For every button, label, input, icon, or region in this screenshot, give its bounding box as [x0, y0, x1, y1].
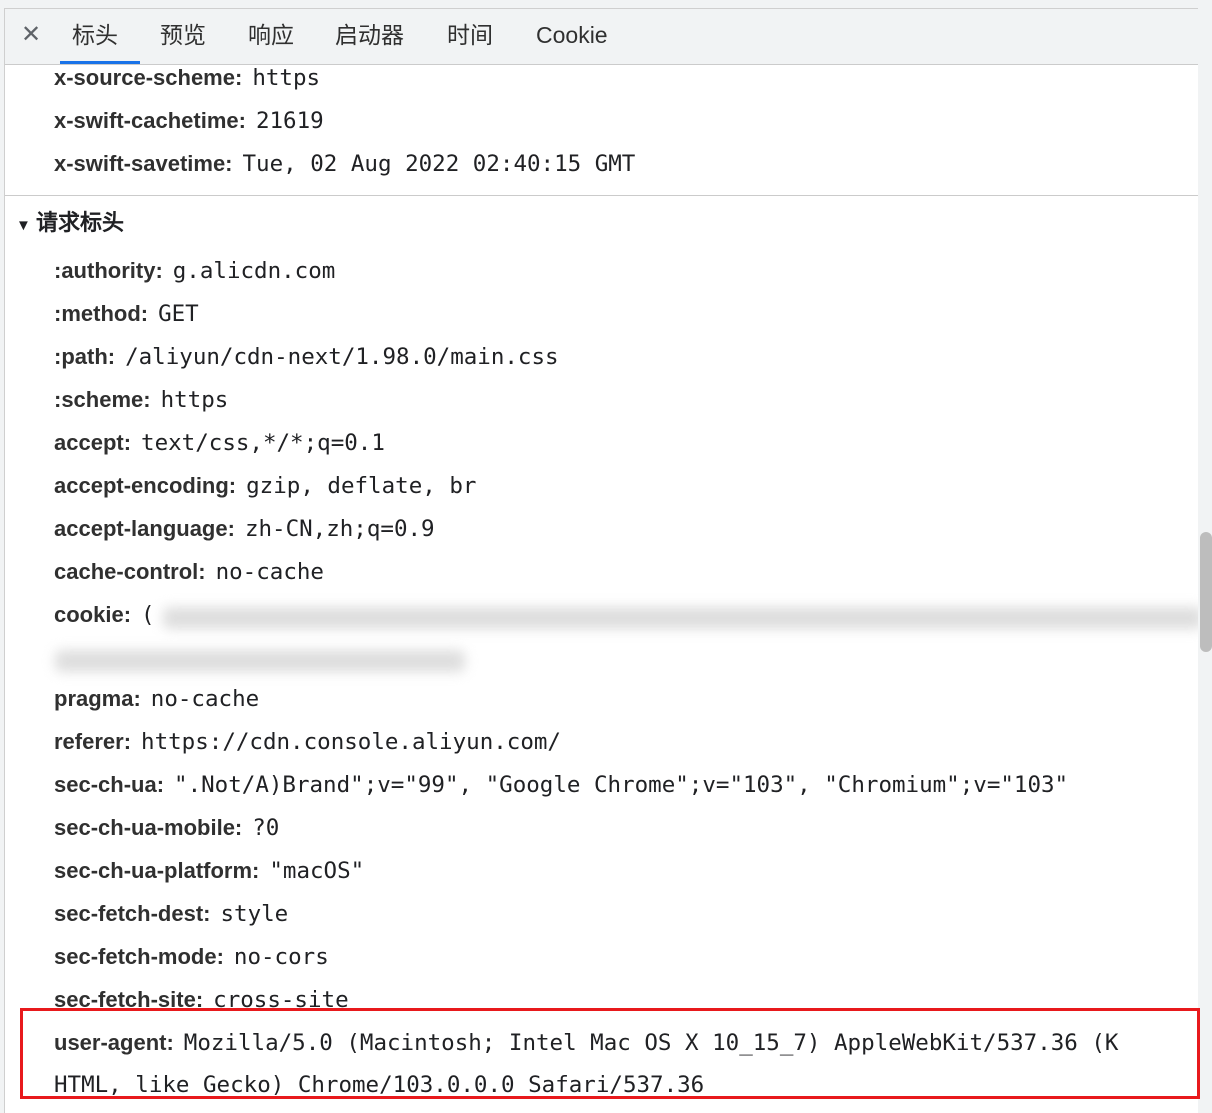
header-value: style	[220, 901, 289, 927]
header-key: x-swift-savetime:	[54, 151, 233, 176]
header-value: https://cdn.console.aliyun.com/	[141, 729, 561, 755]
header-value: /aliyun/cdn-next/1.98.0/main.css	[125, 344, 559, 370]
header-row: sec-ch-ua-platform: "macOS"	[54, 856, 364, 886]
header-key: sec-ch-ua-platform:	[54, 858, 260, 883]
header-value: ".Not/A)Brand";v="99", "Google Chrome";v…	[174, 772, 1069, 798]
header-key: pragma:	[54, 686, 141, 711]
header-row: x-swift-cachetime: 21619	[54, 106, 324, 136]
header-value: gzip, deflate, br	[246, 473, 477, 499]
user-agent-highlight-box	[20, 1008, 1200, 1099]
header-value: 21619	[255, 108, 324, 134]
header-key: x-source-scheme:	[54, 65, 243, 90]
header-key: cookie:	[54, 602, 132, 627]
header-key: accept-encoding:	[54, 473, 237, 498]
header-row-cookie: cookie: (	[54, 600, 155, 630]
header-row: :method: GET	[54, 299, 199, 329]
header-row: referer: https://cdn.console.aliyun.com/	[54, 727, 561, 757]
header-row: sec-ch-ua: ".Not/A)Brand";v="99", "Google…	[54, 770, 1068, 800]
redacted-cookie-blur	[55, 650, 465, 672]
header-value: g.alicdn.com	[172, 258, 336, 284]
header-key: :path:	[54, 344, 116, 369]
triangle-down-icon: ▼	[16, 217, 31, 234]
header-key: :authority:	[54, 258, 163, 283]
header-row: :path: /aliyun/cdn-next/1.98.0/main.css	[54, 342, 559, 372]
tab-initiator[interactable]: 启动器	[335, 21, 404, 49]
redacted-cookie-blur	[163, 607, 1198, 629]
header-key: sec-fetch-dest:	[54, 901, 211, 926]
header-value: no-cache	[150, 686, 260, 712]
header-key: x-swift-cachetime:	[54, 108, 246, 133]
header-row: sec-fetch-mode: no-cors	[54, 942, 329, 972]
header-key: :scheme:	[54, 387, 151, 412]
header-key: accept-language:	[54, 516, 235, 541]
tab-headers[interactable]: 标头	[60, 21, 140, 64]
header-value: no-cors	[233, 944, 329, 970]
header-row: sec-ch-ua-mobile: ?0	[54, 813, 279, 843]
header-row: accept-encoding: gzip, deflate, br	[54, 471, 476, 501]
header-row: pragma: no-cache	[54, 684, 259, 714]
header-value: https	[252, 65, 321, 91]
header-value: https	[160, 387, 229, 413]
tab-response[interactable]: 响应	[248, 21, 294, 49]
header-value: GET	[158, 301, 199, 327]
header-value: ?0	[252, 815, 280, 841]
close-icon[interactable]: ✕	[21, 23, 41, 47]
header-value: Tue, 02 Aug 2022 02:40:15 GMT	[242, 151, 636, 177]
tab-cookies[interactable]: Cookie	[536, 21, 608, 49]
header-value: no-cache	[215, 559, 324, 585]
header-key: cache-control:	[54, 559, 206, 584]
tab-bar: ✕ 标头 预览 响应 启动器 时间 Cookie	[5, 9, 1198, 65]
header-row: :authority: g.alicdn.com	[54, 256, 335, 286]
section-title: 请求标头	[36, 210, 125, 235]
header-row: accept: text/css,*/*;q=0.1	[54, 428, 385, 458]
headers-panel: ✕ 标头 预览 响应 启动器 时间 Cookie x-source-scheme…	[4, 8, 1198, 1113]
header-row: sec-fetch-dest: style	[54, 899, 288, 929]
request-headers-section-toggle[interactable]: ▼ 请求标头	[16, 209, 124, 240]
tab-preview[interactable]: 预览	[160, 21, 206, 49]
header-value: (	[141, 602, 155, 628]
header-row: x-source-scheme: https	[54, 63, 320, 93]
tab-timing[interactable]: 时间	[447, 21, 493, 49]
header-row: accept-language: zh-CN,zh;q=0.9	[54, 514, 435, 544]
header-key: referer:	[54, 729, 132, 754]
header-value: "macOS"	[269, 858, 365, 884]
header-key: accept:	[54, 430, 132, 455]
header-value: zh-CN,zh;q=0.9	[244, 516, 435, 542]
header-row: cache-control: no-cache	[54, 557, 324, 587]
header-value: text/css,*/*;q=0.1	[141, 430, 385, 456]
header-key: sec-ch-ua-mobile:	[54, 815, 243, 840]
header-row: x-swift-savetime: Tue, 02 Aug 2022 02:40:…	[54, 149, 635, 179]
header-key: :method:	[54, 301, 149, 326]
header-key: sec-fetch-mode:	[54, 944, 224, 969]
header-row: :scheme: https	[54, 385, 228, 415]
header-key: sec-ch-ua:	[54, 772, 165, 797]
scrollbar-thumb[interactable]	[1200, 532, 1212, 652]
section-divider	[5, 195, 1198, 196]
